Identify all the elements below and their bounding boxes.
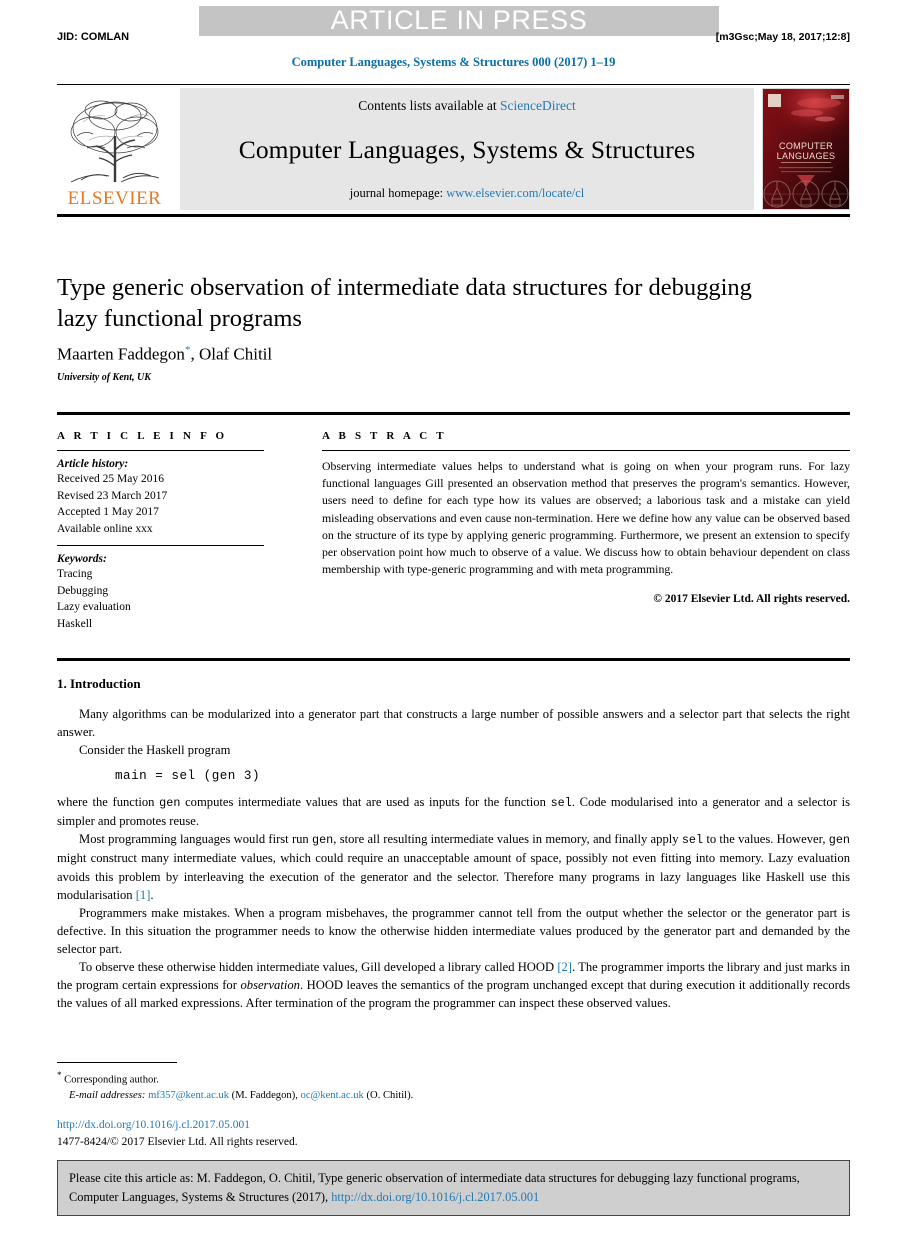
p3-b: computes intermediate values that are us… bbox=[180, 795, 551, 810]
abstract-column: A B S T R A C T Observing intermediate v… bbox=[322, 430, 850, 632]
info-top-rule bbox=[57, 412, 850, 415]
author-rest: , Olaf Chitil bbox=[190, 344, 273, 364]
sciencedirect-link[interactable]: ScienceDirect bbox=[500, 98, 576, 113]
masthead-banner: Contents lists available at ScienceDirec… bbox=[180, 88, 754, 210]
homepage-prefix: journal homepage: bbox=[349, 186, 447, 200]
journal-title: Computer Languages, Systems & Structures bbox=[238, 135, 696, 164]
paper-page: ARTICLE IN PRESS JID: COMLAN [m3Gsc;May … bbox=[0, 0, 907, 1238]
elsevier-logo: ELSEVIER bbox=[57, 88, 172, 210]
footnote-corresponding: * Corresponding author. bbox=[57, 1069, 557, 1088]
section-heading-introduction: 1. Introduction bbox=[57, 676, 141, 691]
email-link-faddegon[interactable]: mf357@kent.ac.uk bbox=[148, 1090, 229, 1101]
elsevier-tree-icon bbox=[70, 100, 159, 183]
svg-text:LANGUAGES: LANGUAGES bbox=[777, 151, 836, 161]
article-body: 1. Introduction Many algorithms can be m… bbox=[57, 676, 850, 1013]
info-abstract-row: A R T I C L E I N F O Article history: R… bbox=[57, 430, 850, 632]
article-info-column: A R T I C L E I N F O Article history: R… bbox=[57, 430, 322, 632]
article-info-rule bbox=[57, 450, 264, 451]
contents-prefix: Contents lists available at bbox=[358, 98, 500, 113]
typesetter-stamp: [m3Gsc;May 18, 2017;12:8] bbox=[715, 31, 850, 43]
keyword-haskell: Haskell bbox=[57, 617, 93, 630]
doi-block: http://dx.doi.org/10.1016/j.cl.2017.05.0… bbox=[57, 1117, 557, 1152]
running-head: Computer Languages, Systems & Structures… bbox=[291, 55, 616, 69]
keywords-rule bbox=[57, 545, 264, 547]
author-first: Maarten Faddegon bbox=[57, 344, 185, 364]
affiliation: University of Kent, UK bbox=[57, 372, 151, 383]
abstract-heading: A B S T R A C T bbox=[322, 430, 447, 442]
p6-a: To observe these otherwise hidden interm… bbox=[79, 960, 558, 975]
abstract-rule bbox=[322, 450, 850, 451]
cite-box-doi-link[interactable]: http://dx.doi.org/10.1016/j.cl.2017.05.0… bbox=[331, 1190, 539, 1204]
paragraph-4: Most programming languages would first r… bbox=[57, 830, 850, 903]
page-title: Type generic observation of intermediate… bbox=[57, 274, 752, 333]
keyword-lazy-evaluation: Lazy evaluation bbox=[57, 601, 131, 614]
keyword-tracing: Tracing bbox=[57, 568, 93, 581]
body-top-rule bbox=[57, 658, 850, 661]
footnote-emails: E-mail addresses: mf357@kent.ac.uk (M. F… bbox=[57, 1088, 557, 1104]
p4-b: , store all resulting intermediate value… bbox=[333, 832, 682, 847]
journal-id-label: JID: COMLAN bbox=[57, 31, 130, 43]
homepage-line: journal homepage: www.elsevier.com/locat… bbox=[350, 186, 585, 201]
p3-a: where the function bbox=[57, 795, 160, 810]
citation-1[interactable]: [1] bbox=[136, 888, 151, 902]
keywords-label: Keywords: bbox=[57, 553, 107, 566]
footnote-rule bbox=[57, 1062, 177, 1063]
history-available-online: Available online xxx bbox=[57, 522, 153, 535]
footnote-corresponding-text: Corresponding author. bbox=[64, 1074, 159, 1086]
email-owner-faddegon: (M. Faddegon), bbox=[231, 1090, 298, 1102]
p4-code-gen-2: gen bbox=[828, 833, 850, 848]
footnote-marker: * bbox=[57, 1070, 62, 1080]
abstract-copyright: © 2017 Elsevier Ltd. All rights reserved… bbox=[653, 592, 850, 605]
paragraph-1: Many algorithms can be modularized into … bbox=[57, 707, 850, 740]
history-received: Received 25 May 2016 bbox=[57, 473, 164, 485]
author-list: Maarten Faddegon*, Olaf Chitil bbox=[57, 344, 777, 365]
stamp-row: JID: COMLAN [m3Gsc;May 18, 2017;12:8] bbox=[57, 31, 850, 43]
p4-e: . bbox=[150, 887, 154, 902]
journal-masthead: ELSEVIER Contents lists available at Sci… bbox=[57, 88, 850, 210]
article-history-label: Article history: bbox=[57, 458, 129, 470]
journal-cover-art-icon: COMPUTER LANGUAGES bbox=[763, 89, 849, 209]
paragraph-5: Programmers make mistakes. When a progra… bbox=[57, 905, 850, 957]
p4-code-sel: sel bbox=[681, 833, 704, 848]
email-owner-chitil: (O. Chitil). bbox=[366, 1090, 414, 1102]
email-label: E-mail addresses: bbox=[69, 1090, 146, 1102]
p4-c: to the values. However, bbox=[703, 832, 829, 847]
p3-code-gen: gen bbox=[159, 796, 181, 811]
journal-homepage-link[interactable]: www.elsevier.com/locate/cl bbox=[446, 186, 584, 200]
paragraph-2: Consider the Haskell program bbox=[79, 743, 231, 758]
keyword-debugging: Debugging bbox=[57, 584, 109, 597]
cite-this-article-box: Please cite this article as: M. Faddegon… bbox=[57, 1160, 850, 1217]
code-block-main: main = sel (gen 3) bbox=[115, 769, 261, 784]
p4-a: Most programming languages would first r… bbox=[79, 832, 313, 847]
paragraph-3: where the function gen computes intermed… bbox=[57, 793, 850, 830]
article-info-heading: A R T I C L E I N F O bbox=[57, 430, 228, 442]
abstract-text: Observing intermediate values helps to u… bbox=[322, 459, 850, 577]
footnote-block: * Corresponding author. E-mail addresses… bbox=[57, 1062, 557, 1104]
history-revised: Revised 23 March 2017 bbox=[57, 489, 168, 502]
history-accepted: Accepted 1 May 2017 bbox=[57, 506, 159, 519]
p4-d: might construct many intermediate values… bbox=[57, 851, 850, 902]
citation-2[interactable]: [2] bbox=[557, 960, 572, 974]
contents-line: Contents lists available at ScienceDirec… bbox=[358, 98, 575, 114]
issn-copyright-line: 1477-8424/© 2017 Elsevier Ltd. All right… bbox=[57, 1136, 298, 1149]
svg-text:COMPUTER: COMPUTER bbox=[779, 141, 833, 151]
journal-cover-thumbnail: COMPUTER LANGUAGES bbox=[762, 88, 850, 210]
paragraph-6: To observe these otherwise hidden interm… bbox=[57, 958, 850, 1012]
masthead-bottom-rule bbox=[57, 214, 850, 217]
p3-code-sel: sel bbox=[550, 796, 572, 811]
elsevier-wordmark: ELSEVIER bbox=[67, 188, 162, 209]
doi-link[interactable]: http://dx.doi.org/10.1016/j.cl.2017.05.0… bbox=[57, 1117, 557, 1134]
masthead-top-rule bbox=[57, 84, 850, 85]
p4-code-gen-1: gen bbox=[312, 833, 334, 848]
p6-emphasis-observation: observation bbox=[240, 978, 300, 993]
email-link-chitil[interactable]: oc@kent.ac.uk bbox=[301, 1090, 364, 1101]
